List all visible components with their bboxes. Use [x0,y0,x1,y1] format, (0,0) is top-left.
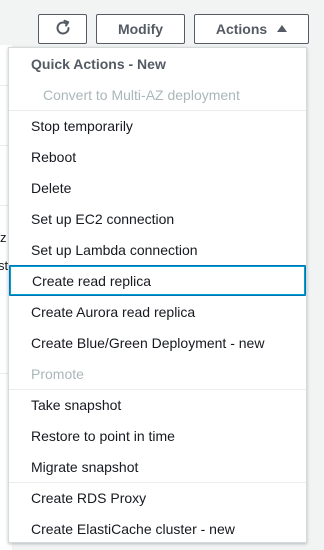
modify-button[interactable]: Modify [96,14,185,44]
app-root: z st Modify Actions Quick Actions - New … [0,0,324,550]
actions-dropdown-button[interactable]: Actions [194,14,309,44]
actions-button-label: Actions [215,21,268,37]
menu-item-set-up-ec2-connection[interactable]: Set up EC2 connection [9,203,306,234]
menu-item-restore-to-point-in-time[interactable]: Restore to point in time [9,420,306,451]
menu-item-set-up-lambda-connection[interactable]: Set up Lambda connection [9,234,306,265]
caret-up-icon [277,24,288,32]
menu-item-take-snapshot[interactable]: Take snapshot [9,389,306,420]
modify-button-label: Modify [117,21,164,37]
refresh-icon [54,19,72,40]
actions-menu: Quick Actions - New Convert to Multi-AZ … [8,47,307,543]
menu-item-create-blue-green-deployment[interactable]: Create Blue/Green Deployment - new [9,327,306,358]
menu-item-migrate-snapshot[interactable]: Migrate snapshot [9,451,306,482]
menu-item-stop-temporarily[interactable]: Stop temporarily [9,110,306,141]
refresh-button[interactable] [38,14,87,44]
menu-item-convert-multi-az: Convert to Multi-AZ deployment [43,86,240,103]
menu-group-header: Quick Actions - New [31,55,166,72]
background-text-fragment: st [0,258,9,273]
menu-item-delete[interactable]: Delete [9,172,306,203]
menu-item-create-elasticache-cluster[interactable]: Create ElastiCache cluster - new [9,513,306,544]
menu-item-create-rds-proxy[interactable]: Create RDS Proxy [9,482,306,513]
menu-item-reboot[interactable]: Reboot [9,141,306,172]
toolbar: Modify Actions [0,14,324,48]
menu-item-create-aurora-read-replica[interactable]: Create Aurora read replica [9,296,306,327]
menu-item-create-read-replica[interactable]: Create read replica [9,265,306,296]
menu-item-promote: Promote [31,365,84,382]
background-text-fragment: z [0,230,7,245]
